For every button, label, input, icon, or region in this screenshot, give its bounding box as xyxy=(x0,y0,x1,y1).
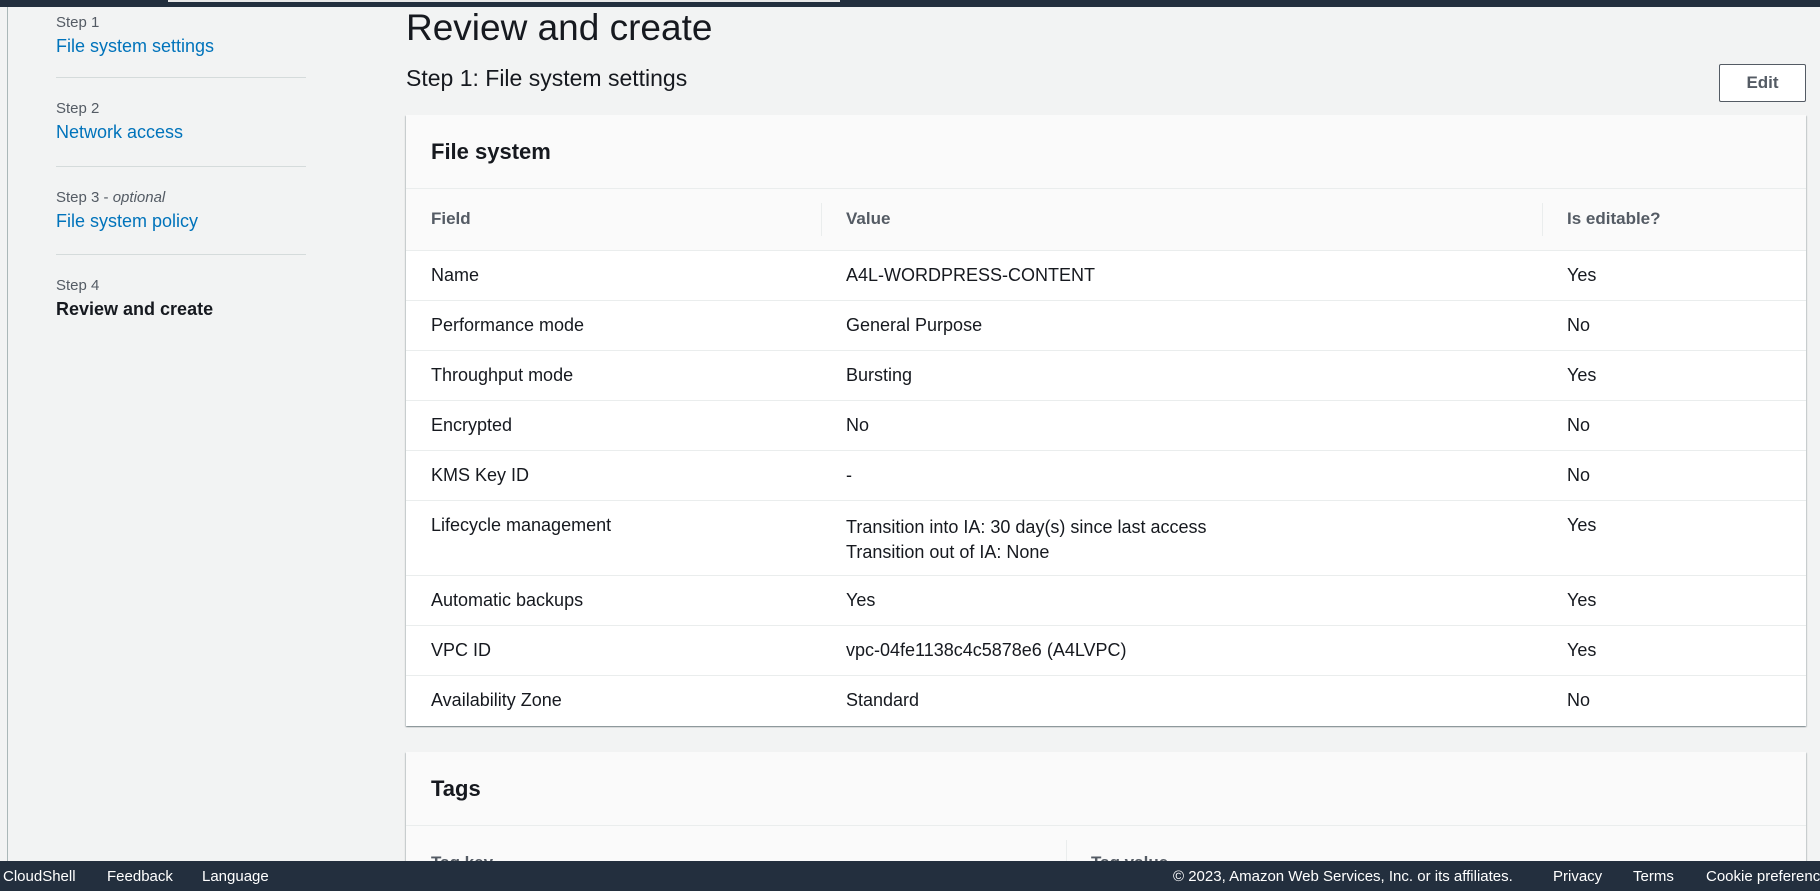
table-row: Encrypted No No xyxy=(406,400,1806,451)
editable-cell: Yes xyxy=(1542,575,1806,626)
language-link[interactable]: Language xyxy=(202,868,269,885)
step-link-file-system-settings[interactable]: File system settings xyxy=(56,34,306,62)
column-header-field: Field xyxy=(406,189,821,251)
privacy-link[interactable]: Privacy xyxy=(1553,868,1602,885)
field-cell: VPC ID xyxy=(406,625,821,676)
table-row: Performance mode General Purpose No xyxy=(406,300,1806,351)
terms-link[interactable]: Terms xyxy=(1633,868,1674,885)
value-cell: vpc-04fe1138c4c5878e6 (A4LVPC) xyxy=(821,625,1542,676)
value-cell: Standard xyxy=(846,689,920,710)
value-cell: - xyxy=(821,450,1542,501)
table-row: Automatic backups Yes Yes xyxy=(406,575,1806,626)
editable-cell: No xyxy=(1542,300,1806,351)
table-header-row: Field Value Is editable? xyxy=(406,189,1806,251)
editable-cell: No xyxy=(1542,400,1806,451)
cookie-preferences-link[interactable]: Cookie preferences xyxy=(1706,868,1820,885)
feedback-link[interactable]: Feedback xyxy=(107,868,173,885)
editable-cell: Yes xyxy=(1542,500,1806,576)
field-cell: Lifecycle management xyxy=(406,500,821,576)
value-cell: No xyxy=(821,400,1542,451)
editable-cell: No xyxy=(1542,450,1806,501)
editable-cell: Yes xyxy=(1542,350,1806,401)
loading-bar xyxy=(168,0,840,2)
table-row: Name A4L-WORDPRESS-CONTENT Yes xyxy=(406,250,1806,301)
column-header-is-editable: Is editable? xyxy=(1542,189,1806,251)
field-cell: Throughput mode xyxy=(406,350,821,401)
step-current-review-and-create: Review and create xyxy=(56,299,214,319)
table-row: Lifecycle management Transition into IA:… xyxy=(406,500,1806,576)
field-cell: Availability Zone xyxy=(431,689,562,710)
file-system-panel: File system Field Value Is editable? Nam… xyxy=(406,115,1806,726)
wizard-step-1: Step 1 File system settings xyxy=(56,10,306,78)
edit-button[interactable]: Edit xyxy=(1719,64,1806,102)
editable-cell: Yes xyxy=(1542,250,1806,301)
cloudshell-link[interactable]: CloudShell xyxy=(3,868,76,885)
field-cell: Automatic backups xyxy=(406,575,821,626)
wizard-step-4: Step 4 Review and create xyxy=(56,255,306,325)
field-cell: Encrypted xyxy=(406,400,821,451)
console-footer: CloudShell Feedback Language © 2023, Ama… xyxy=(0,861,1820,891)
section-title: Step 1: File system settings xyxy=(406,65,688,91)
side-nav-rail xyxy=(7,7,8,861)
step-link-network-access[interactable]: Network access xyxy=(56,120,306,148)
step-number: Step 2 xyxy=(56,100,100,117)
value-line: Transition out of IA: None xyxy=(846,541,1050,562)
table-row: KMS Key ID - No xyxy=(406,450,1806,501)
field-cell: KMS Key ID xyxy=(406,450,821,501)
top-nav-bar xyxy=(0,0,1820,7)
step-link-file-system-policy[interactable]: File system policy xyxy=(56,209,306,237)
value-line: Transition into IA: 30 day(s) since last… xyxy=(846,516,1207,537)
value-cell: Transition into IA: 30 day(s) since last… xyxy=(821,500,1542,576)
field-cell: Name xyxy=(406,250,821,301)
value-cell: A4L-WORDPRESS-CONTENT xyxy=(821,250,1542,301)
step-number: Step 4 xyxy=(56,277,100,294)
table-row: VPC ID vpc-04fe1138c4c5878e6 (A4LVPC) Ye… xyxy=(406,625,1806,676)
editable-cell: Yes xyxy=(1542,625,1806,676)
field-cell: Performance mode xyxy=(406,300,821,351)
table-row: Availability Zone Standard No xyxy=(406,675,1806,725)
wizard-step-2: Step 2 Network access xyxy=(56,78,306,167)
copyright-text: © 2023, Amazon Web Services, Inc. or its… xyxy=(1173,868,1513,885)
value-cell: General Purpose xyxy=(821,300,1542,351)
column-header-value: Value xyxy=(821,189,1542,251)
panel-header: Tags xyxy=(406,752,1806,826)
page-title: Review and create xyxy=(406,7,713,48)
panel-title: File system xyxy=(431,138,551,164)
wizard-steps: Step 1 File system settings Step 2 Netwo… xyxy=(56,10,306,325)
file-system-table: Field Value Is editable? Name A4L-WORDPR… xyxy=(406,189,1806,725)
editable-cell: No xyxy=(1567,689,1591,710)
table-row: Throughput mode Bursting Yes xyxy=(406,350,1806,401)
wizard-step-3: Step 3 - optional File system policy xyxy=(56,167,306,255)
panel-header: File system xyxy=(406,115,1806,189)
step-number: Step 3 - optional xyxy=(56,189,166,206)
value-cell: Yes xyxy=(821,575,1542,626)
panel-title: Tags xyxy=(431,775,481,801)
step-number: Step 1 xyxy=(56,14,100,31)
value-cell: Bursting xyxy=(821,350,1542,401)
optional-label: optional xyxy=(112,189,166,206)
